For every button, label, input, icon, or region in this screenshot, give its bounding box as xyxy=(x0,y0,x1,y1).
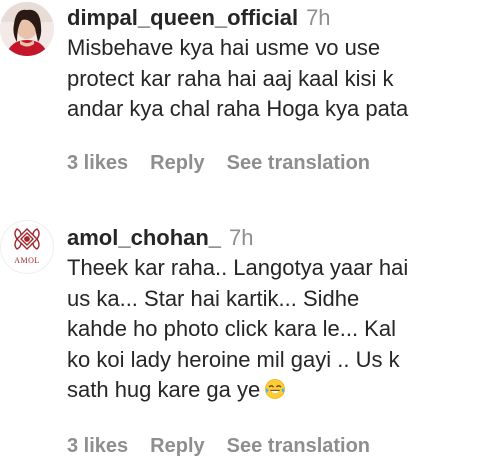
comment-header: amol_chohan_ 7h xyxy=(67,223,487,253)
comment-text-line: Misbehave kya hai usme vo use xyxy=(67,35,381,60)
comment-header: dimpal_queen_official 7h xyxy=(67,3,487,33)
comment-text-line: ko koi lady heroine mil gayi .. Us k xyxy=(67,346,400,372)
face-with-tears-of-joy-emoji-icon xyxy=(265,379,286,399)
amol-logo-icon: AMOL xyxy=(14,228,40,265)
comment-text-line: kahde ho photo click kara le... Kal xyxy=(67,316,396,341)
comment-body: dimpal_queen_official 7h Misbehave kya ha… xyxy=(67,3,487,125)
comment-actions: 3 likes Reply See translation xyxy=(67,151,392,175)
comment-body: amol_chohan_ 7h Theek kar raha.. Langotya… xyxy=(67,223,487,406)
username[interactable]: amol_chohan_ xyxy=(67,225,221,250)
timestamp: 7h xyxy=(229,225,254,250)
avatar[interactable]: AMOL xyxy=(0,220,54,274)
likes-count-button[interactable]: 3 likes xyxy=(67,152,128,174)
comment-actions: 3 likes Reply See translation xyxy=(67,434,392,458)
username[interactable]: dimpal_queen_official xyxy=(67,5,298,30)
avatar[interactable] xyxy=(0,2,54,56)
comment-text: sath hug kare ga ye xyxy=(67,377,261,402)
logo-text: AMOL xyxy=(14,256,40,265)
see-translation-button[interactable]: See translation xyxy=(227,435,370,457)
timestamp: 7h xyxy=(306,5,331,30)
likes-count-button[interactable]: 3 likes xyxy=(67,435,128,457)
comment-text-line: Theek kar raha.. Langotya yaar hai xyxy=(67,255,409,280)
profile-photo-icon xyxy=(0,2,54,56)
reply-button[interactable]: Reply xyxy=(150,435,204,457)
reply-button[interactable]: Reply xyxy=(150,152,204,174)
comment-text-line-last: sath hug kare ga ye xyxy=(67,375,487,406)
comment-text-line: us ka... Star hai kartik... Sidhe xyxy=(67,285,360,311)
comment-text-line: andar kya chal raha Hoga kya pata xyxy=(67,96,409,121)
comment-text-line: protect kar raha hai aaj kaal kisi k xyxy=(67,65,394,91)
see-translation-button[interactable]: See translation xyxy=(227,152,370,174)
